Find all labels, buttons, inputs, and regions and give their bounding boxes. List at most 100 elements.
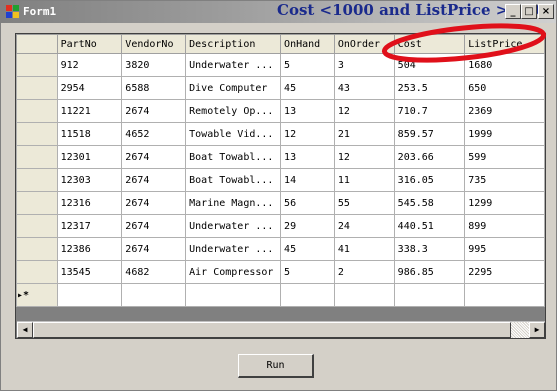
cell-listprice[interactable]: 1999	[464, 122, 545, 146]
table-row[interactable]: 12317 2674 Underwater ... 29 24 440.51 899	[16, 214, 545, 238]
table-row[interactable]: 11518 4652 Towable Vid... 12 21 859.57 1999	[16, 122, 545, 146]
cell-description[interactable]: Remotely Op...	[185, 99, 282, 123]
table-row[interactable]: 13545 4682 Air Compressor 5 2 986.85 2295	[16, 260, 545, 284]
cell-onorder[interactable]: 21	[333, 122, 395, 146]
new-row[interactable]: ▸*	[16, 283, 545, 307]
cell-partno[interactable]: 11518	[56, 122, 123, 146]
corner-header[interactable]	[16, 34, 58, 54]
row-header[interactable]	[16, 145, 58, 169]
cell-cost[interactable]: 859.57	[393, 122, 466, 146]
scroll-left-arrow-icon[interactable]: ◀	[17, 322, 33, 338]
cell-partno[interactable]: 12301	[56, 145, 123, 169]
table-row[interactable]: 12303 2674 Boat Towabl... 14 11 316.05 735	[16, 168, 545, 192]
cell-onhand[interactable]: 14	[280, 168, 335, 192]
cell-description[interactable]: Marine Magn...	[185, 191, 282, 215]
cell-onhand[interactable]: 13	[280, 99, 335, 123]
run-button[interactable]: Run	[238, 354, 314, 378]
new-row-cell[interactable]	[280, 283, 335, 307]
cell-listprice[interactable]: 899	[464, 214, 545, 238]
cell-onhand[interactable]: 45	[280, 237, 335, 261]
table-row[interactable]: 12386 2674 Underwater ... 45 41 338.3 995	[16, 237, 545, 261]
cell-description[interactable]: Underwater ...	[185, 237, 282, 261]
cell-onhand[interactable]: 29	[280, 214, 335, 238]
cell-onorder[interactable]: 43	[333, 76, 395, 100]
cell-vendorno[interactable]: 2674	[121, 168, 187, 192]
row-header[interactable]	[16, 260, 58, 284]
cell-vendorno[interactable]: 2674	[121, 145, 187, 169]
cell-cost[interactable]: 545.58	[393, 191, 466, 215]
row-header[interactable]	[16, 214, 58, 238]
table-row[interactable]: 12301 2674 Boat Towabl... 13 12 203.66 599	[16, 145, 545, 169]
cell-description[interactable]: Boat Towabl...	[185, 168, 282, 192]
cell-vendorno[interactable]: 2674	[121, 214, 187, 238]
cell-onhand[interactable]: 5	[280, 260, 335, 284]
row-header[interactable]	[16, 237, 58, 261]
table-row[interactable]: 12316 2674 Marine Magn... 56 55 545.58 1299	[16, 191, 545, 215]
new-row-cell[interactable]	[121, 283, 187, 307]
column-header-vendorno[interactable]: VendorNo	[121, 34, 187, 54]
cell-vendorno[interactable]: 2674	[121, 99, 187, 123]
cell-onorder[interactable]: 12	[333, 145, 395, 169]
cell-partno[interactable]: 12386	[56, 237, 123, 261]
cell-partno[interactable]: 12303	[56, 168, 123, 192]
cell-vendorno[interactable]: 6588	[121, 76, 187, 100]
cell-vendorno[interactable]: 2674	[121, 237, 187, 261]
cell-partno[interactable]: 2954	[56, 76, 123, 100]
scroll-track[interactable]	[511, 322, 529, 338]
cell-onhand[interactable]: 5	[280, 53, 335, 77]
cell-partno[interactable]: 11221	[56, 99, 123, 123]
cell-listprice[interactable]: 2369	[464, 99, 545, 123]
column-header-onhand[interactable]: OnHand	[280, 34, 335, 54]
cell-onorder[interactable]: 12	[333, 99, 395, 123]
new-row-cell[interactable]	[464, 283, 545, 307]
new-row-cell[interactable]	[393, 283, 466, 307]
cell-listprice[interactable]: 995	[464, 237, 545, 261]
row-header[interactable]	[16, 168, 58, 192]
cell-onorder[interactable]: 55	[333, 191, 395, 215]
row-header[interactable]	[16, 53, 58, 77]
table-row[interactable]: 2954 6588 Dive Computer 45 43 253.5 650	[16, 76, 545, 100]
new-row-cell[interactable]	[333, 283, 395, 307]
table-row[interactable]: 11221 2674 Remotely Op... 13 12 710.7 2369	[16, 99, 545, 123]
cell-cost[interactable]: 203.66	[393, 145, 466, 169]
cell-description[interactable]: Air Compressor	[185, 260, 282, 284]
cell-onhand[interactable]: 12	[280, 122, 335, 146]
cell-onhand[interactable]: 13	[280, 145, 335, 169]
scroll-thumb[interactable]	[33, 322, 511, 338]
maximize-button[interactable]: □	[521, 4, 537, 19]
cell-partno[interactable]: 13545	[56, 260, 123, 284]
column-header-description[interactable]: Description	[185, 34, 282, 54]
cell-cost[interactable]: 986.85	[393, 260, 466, 284]
cell-cost[interactable]: 710.7	[393, 99, 466, 123]
cell-description[interactable]: Underwater ...	[185, 53, 282, 77]
app-icon[interactable]	[6, 5, 20, 18]
cell-vendorno[interactable]: 2674	[121, 191, 187, 215]
close-button[interactable]: ×	[538, 4, 554, 19]
cell-partno[interactable]: 912	[56, 53, 123, 77]
cell-cost[interactable]: 440.51	[393, 214, 466, 238]
cell-onorder[interactable]: 24	[333, 214, 395, 238]
cell-onhand[interactable]: 56	[280, 191, 335, 215]
cell-description[interactable]: Dive Computer	[185, 76, 282, 100]
cell-listprice[interactable]: 1299	[464, 191, 545, 215]
cell-partno[interactable]: 12317	[56, 214, 123, 238]
cell-partno[interactable]: 12316	[56, 191, 123, 215]
cell-onorder[interactable]: 11	[333, 168, 395, 192]
cell-onorder[interactable]: 41	[333, 237, 395, 261]
new-row-cell[interactable]	[56, 283, 123, 307]
cell-listprice[interactable]: 2295	[464, 260, 545, 284]
cell-listprice[interactable]: 599	[464, 145, 545, 169]
row-header[interactable]	[16, 99, 58, 123]
new-row-cell[interactable]	[185, 283, 282, 307]
cell-description[interactable]: Underwater ...	[185, 214, 282, 238]
row-header[interactable]	[16, 191, 58, 215]
cell-cost[interactable]: 316.05	[393, 168, 466, 192]
minimize-button[interactable]: _	[505, 4, 521, 19]
cell-description[interactable]: Towable Vid...	[185, 122, 282, 146]
row-header[interactable]	[16, 122, 58, 146]
column-header-partno[interactable]: PartNo	[56, 34, 123, 54]
cell-vendorno[interactable]: 3820	[121, 53, 187, 77]
cell-vendorno[interactable]: 4682	[121, 260, 187, 284]
cell-onorder[interactable]: 2	[333, 260, 395, 284]
row-header[interactable]	[16, 76, 58, 100]
